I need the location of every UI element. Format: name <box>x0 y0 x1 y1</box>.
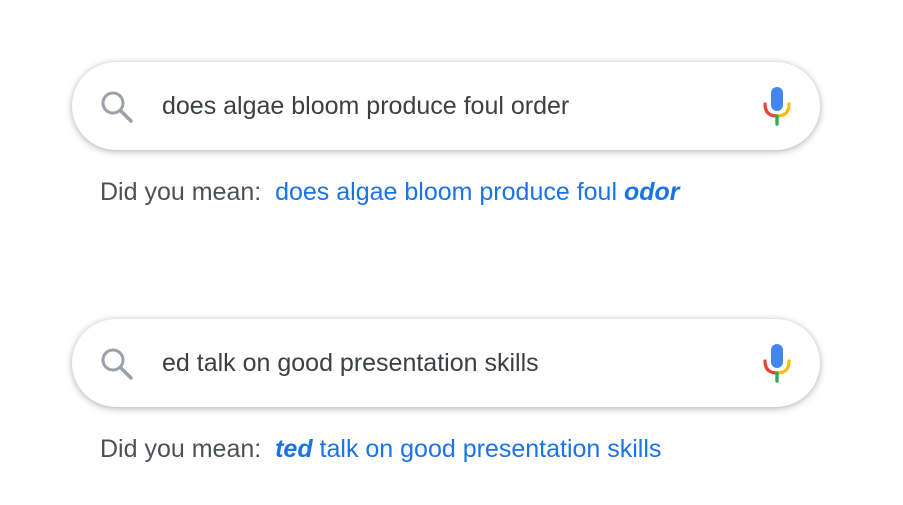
did-you-mean: Did you mean: does algae bloom produce f… <box>100 178 680 207</box>
suggestion-correction: odor <box>623 178 680 206</box>
suggestion-correction: ted <box>275 435 313 463</box>
search-input[interactable] <box>162 341 722 385</box>
did-you-mean: Did you mean: ted talk on good presentat… <box>100 435 661 464</box>
suggestion-link[interactable]: ted talk on good presentation skills <box>275 435 661 463</box>
suggestion-text-after: talk on good presentation skills <box>312 435 662 463</box>
mic-icon[interactable] <box>762 86 792 126</box>
search-input[interactable] <box>162 84 722 128</box>
search-result-block-1: Did you mean: does algae bloom produce f… <box>72 62 820 206</box>
search-icon[interactable] <box>100 347 134 381</box>
suggestion-text: does algae bloom produce foul <box>275 178 624 206</box>
search-bar[interactable] <box>72 319 820 407</box>
suggestion-link[interactable]: does algae bloom produce foul odor <box>275 178 679 206</box>
did-you-mean-label: Did you mean: <box>100 178 269 206</box>
did-you-mean-label: Did you mean: <box>100 435 269 463</box>
search-result-block-2: Did you mean: ted talk on good presentat… <box>72 319 820 463</box>
search-icon[interactable] <box>100 90 134 124</box>
mic-icon[interactable] <box>762 343 792 383</box>
search-bar[interactable] <box>72 62 820 150</box>
